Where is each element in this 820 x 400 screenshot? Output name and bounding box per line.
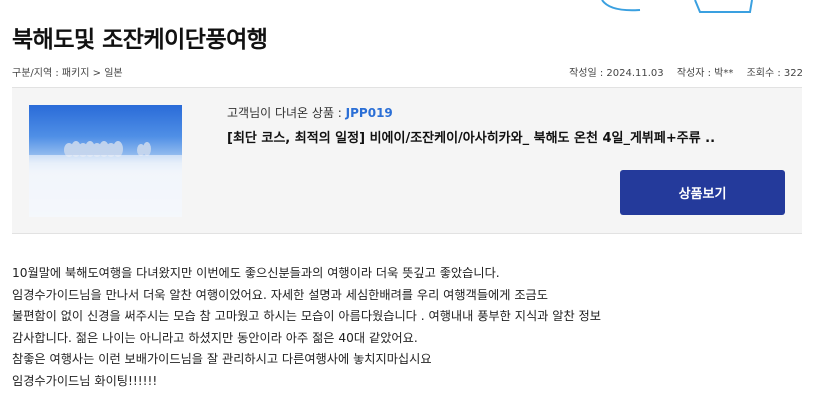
post-author: 작성자 : 박**	[676, 68, 734, 79]
product-name[interactable]: [최단 코스, 최적의 일정] 비에이/조잔케이/아사히카와_ 북해도 온천 4…	[227, 127, 715, 146]
product-label: 고객님이 다녀온 상품 : JPP019	[227, 104, 393, 121]
product-label-prefix: 고객님이 다녀온 상품 :	[227, 106, 346, 120]
review-line: 참좋은 여행사는 이런 보배가이드님을 잘 관리하시고 다른여행사에 놓치지마십…	[12, 352, 432, 366]
post-date: 작성일 : 2024.11.03	[569, 68, 664, 79]
view-count: 조회수 : 322	[746, 68, 803, 79]
view-product-button[interactable]: 상품보기	[620, 170, 785, 215]
product-code[interactable]: JPP019	[346, 106, 393, 120]
post-meta: 구분/지역 : 패키지 > 일본 작성일 : 2024.11.03 작성자 : …	[12, 64, 803, 79]
decorative-illustration	[601, 0, 753, 13]
category-breadcrumb: 구분/지역 : 패키지 > 일본	[12, 68, 123, 79]
review-line: 임경수가이드님을 만나서 더욱 알찬 여행이었어요. 자세한 설명과 세심한배려…	[12, 287, 548, 302]
snowy-field-trees-image	[29, 141, 182, 217]
post-info: 작성일 : 2024.11.03 작성자 : 박** 조회수 : 322	[559, 64, 803, 79]
product-card: 고객님이 다녀온 상품 : JPP019 [최단 코스, 최적의 일정] 비에이…	[12, 87, 802, 234]
page-title: 북해도및 조잔케이단풍여행	[12, 27, 268, 53]
review-line: 불편함이 없이 신경을 써주시는 모습 참 고마웠고 하시는 모습이 아름다웠습…	[12, 309, 601, 323]
review-line: 감사합니다. 젊은 나이는 아니라고 하셨지만 동안이라 아주 젊은 40대 같…	[12, 330, 418, 345]
review-line: 임경수가이드님 화이팅!!!!!!	[12, 373, 158, 388]
product-thumbnail[interactable]	[29, 105, 182, 217]
review-body: 10월말에 북해도여행을 다녀왔지만 이번에도 좋으신분들과의 여행이라 더욱 …	[12, 263, 802, 392]
review-line: 10월말에 북해도여행을 다녀왔지만 이번에도 좋으신분들과의 여행이라 더욱 …	[12, 266, 500, 280]
